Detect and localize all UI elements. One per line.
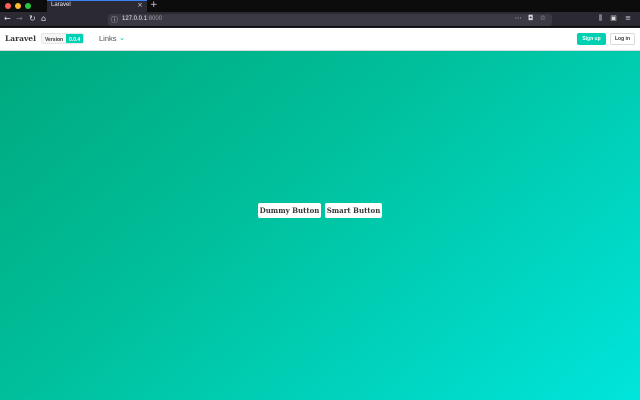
brand-logo[interactable]: Laravel	[5, 34, 36, 43]
close-window-button[interactable]	[5, 3, 11, 9]
browser-toolbar: ← → ↻ ⌂ ⓘ 127.0.0.1:8000 ⋯ ◘ ☆ ⫼ ▣ ≡	[0, 12, 640, 27]
url-port: :8000	[147, 15, 163, 22]
hero-section: Dummy Button Smart Button	[0, 51, 640, 400]
tab-title: Laravel	[51, 2, 71, 8]
page-actions-icons[interactable]: ⋯ ◘ ☆	[515, 14, 548, 22]
minimize-window-button[interactable]	[15, 3, 21, 9]
dummy-button[interactable]: Dummy Button	[258, 203, 321, 218]
forward-arrow-icon[interactable]: →	[16, 14, 23, 23]
version-label: Version	[42, 34, 67, 43]
sign-up-button[interactable]: Sign up	[577, 33, 606, 45]
browser-tab-strip: Laravel × +	[0, 0, 640, 12]
version-tag: Version 0.0.4	[41, 33, 85, 44]
version-value: 0.0.4	[66, 34, 84, 43]
zoom-window-button[interactable]	[25, 3, 31, 9]
new-tab-icon[interactable]: +	[150, 0, 158, 10]
library-sidebar-menu-icons[interactable]: ⫼ ▣ ≡	[599, 14, 634, 23]
address-bar[interactable]: ⓘ 127.0.0.1:8000 ⋯ ◘ ☆	[108, 13, 552, 26]
links-dropdown[interactable]: Links	[99, 34, 117, 43]
log-in-button[interactable]: Log in	[610, 33, 635, 45]
tab-close-icon[interactable]: ×	[137, 1, 143, 9]
reload-icon[interactable]: ↻	[29, 14, 36, 23]
url-host: 127.0.0.1	[122, 15, 148, 22]
app-navbar: Laravel Version 0.0.4 Links ⌄ Sign up Lo…	[0, 28, 640, 51]
browser-tab[interactable]: Laravel ×	[47, 0, 147, 12]
smart-button[interactable]: Smart Button	[325, 203, 382, 218]
back-arrow-icon[interactable]: ←	[4, 14, 11, 23]
url-text: 127.0.0.1:8000	[122, 16, 162, 22]
site-info-icon[interactable]: ⓘ	[111, 15, 118, 25]
chevron-down-icon[interactable]: ⌄	[119, 34, 125, 42]
home-icon[interactable]: ⌂	[41, 14, 46, 23]
